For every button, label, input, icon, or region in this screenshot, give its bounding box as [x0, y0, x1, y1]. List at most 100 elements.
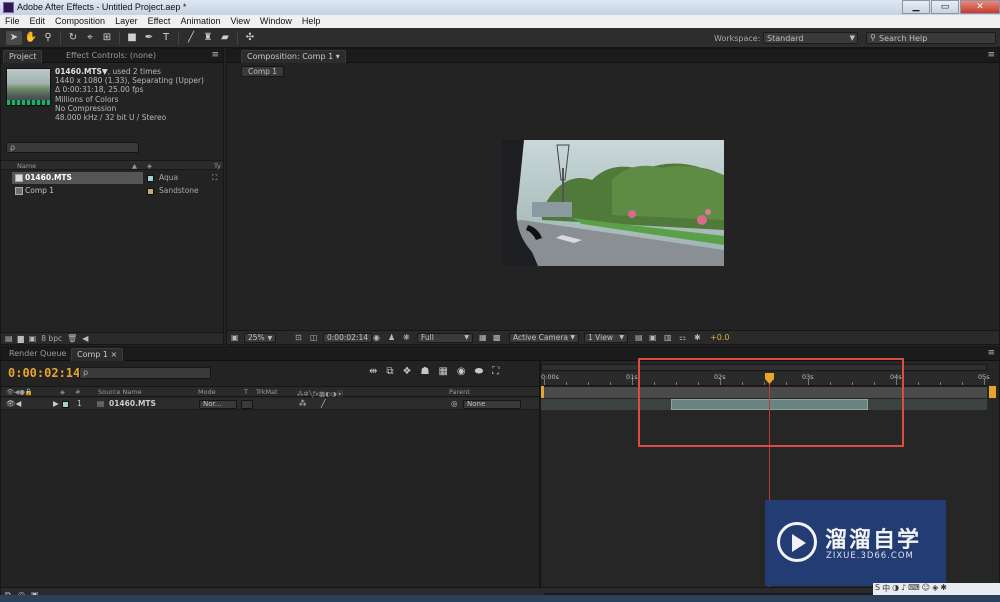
label-swatch[interactable] [147, 188, 154, 195]
menu-view[interactable]: View [225, 15, 254, 28]
clone-stamp-tool-icon[interactable]: ♜ [200, 31, 216, 45]
tab-comp[interactable]: Comp 1 × [71, 348, 124, 361]
current-time-button[interactable]: 0:00:02:14 [323, 333, 372, 343]
draft-3d-icon[interactable]: ❖ [403, 366, 412, 377]
tab-render-queue[interactable]: Render Queue [4, 348, 71, 361]
safe-margins-icon[interactable]: ⊡ [295, 333, 302, 342]
panel-menu-icon[interactable]: ≡ [211, 50, 219, 60]
search-help-input[interactable]: ⚲ Search Help [866, 32, 996, 44]
new-folder-icon[interactable]: ▆ [18, 334, 24, 343]
project-item-footage[interactable]: 01460.MTS Aqua ⛶ [1, 172, 223, 184]
label-swatch[interactable] [147, 175, 154, 182]
minimize-button[interactable]: ▁ [902, 0, 930, 14]
pen-tool-icon[interactable]: ✒ [141, 31, 157, 45]
new-composition-icon[interactable]: ▣ [29, 334, 37, 343]
blend-mode-dropdown[interactable]: Nor... [199, 400, 237, 409]
tab-composition[interactable]: Composition: Comp 1 ▾ [241, 50, 346, 63]
composition-viewer[interactable] [502, 140, 724, 266]
puppet-tool-icon[interactable]: ✣ [242, 31, 258, 45]
timeline-search-input[interactable]: ρ [79, 367, 211, 379]
motion-blur-icon[interactable]: ◉ [457, 366, 466, 377]
resolution-dropdown[interactable]: Full ▼ [417, 333, 473, 343]
column-name[interactable]: Name [17, 162, 36, 170]
close-button[interactable]: ✕ [960, 0, 1000, 14]
menu-window[interactable]: Window [255, 15, 297, 28]
mask-visibility-icon[interactable]: ◫ [310, 333, 318, 342]
hand-tool-icon[interactable]: ✋ [23, 31, 39, 45]
column-type[interactable]: Ty [214, 162, 221, 170]
toggle-pixel-aspect-icon[interactable]: ▤ [635, 333, 643, 342]
bit-depth-button[interactable]: 8 bpc [41, 334, 62, 343]
zoom-tool-icon[interactable]: ⚲ [40, 31, 56, 45]
scroll-left-icon[interactable]: ◀ [82, 334, 88, 343]
comp-navigator-tab[interactable]: Comp 1 [241, 66, 285, 77]
pick-whip-icon[interactable]: ◎ [451, 398, 458, 410]
rotation-tool-icon[interactable]: ↻ [65, 31, 81, 45]
workspace-dropdown[interactable]: Standard ▼ [763, 32, 858, 44]
column-mode[interactable]: Mode [198, 388, 216, 396]
tab-effect-controls[interactable]: Effect Controls: (none) [61, 50, 161, 63]
column-parent[interactable]: Parent [449, 388, 470, 396]
panel-menu-icon[interactable]: ≡ [987, 50, 995, 60]
snapshot-icon[interactable]: ◉ [373, 333, 380, 342]
work-area-end-handle[interactable] [989, 386, 996, 398]
hide-shy-layers-icon[interactable]: ☗ [421, 366, 430, 377]
layer-name[interactable]: 01460.MTS [109, 398, 156, 410]
preserve-transparency-checkbox[interactable] [241, 400, 253, 409]
current-time-display[interactable]: 0:00:02:14 [8, 366, 80, 380]
transparency-grid-icon[interactable]: ▩ [493, 333, 501, 342]
exposure-reset-icon[interactable]: ✱ [694, 333, 701, 342]
type-tool-icon[interactable]: T [158, 31, 174, 45]
project-item-comp[interactable]: Comp 1 Sandstone [1, 185, 223, 197]
menu-file[interactable]: File [0, 15, 25, 28]
always-preview-icon[interactable]: ▣ [231, 333, 239, 342]
graph-editor-icon[interactable]: ⛶ [492, 366, 499, 377]
panel-menu-icon[interactable]: ≡ [987, 348, 995, 358]
collapse-switch-icon[interactable]: ⁂ [299, 398, 307, 410]
footage-audio: 48.000 kHz / 32 bit U / Stereo [55, 113, 167, 123]
label-swatch[interactable] [62, 401, 69, 408]
maximize-button[interactable]: ▭ [931, 0, 959, 14]
camera-dropdown[interactable]: Active Camera ▼ [509, 333, 579, 343]
show-snapshot-icon[interactable]: ♟ [388, 333, 395, 342]
footage-usage: , used 2 times [107, 67, 161, 76]
menu-composition[interactable]: Composition [50, 15, 110, 28]
work-area-start-handle[interactable] [541, 386, 544, 398]
menu-help[interactable]: Help [297, 15, 326, 28]
parent-dropdown[interactable]: None [463, 400, 521, 409]
menu-effect[interactable]: Effect [143, 15, 176, 28]
rectangle-tool-icon[interactable]: ■ [124, 31, 140, 45]
quality-switch-icon[interactable]: ╱ [321, 398, 326, 410]
magnification-dropdown[interactable]: 25% ▼ [244, 333, 277, 343]
menu-animation[interactable]: Animation [175, 15, 225, 28]
selection-tool-icon[interactable]: ➤ [6, 31, 22, 45]
project-search-input[interactable]: ρ [6, 142, 139, 153]
camera-tool-icon[interactable]: ⌖ [82, 31, 98, 45]
footage-name[interactable]: 01460.MTS▼ [55, 67, 108, 76]
region-of-interest-icon[interactable]: ▦ [479, 333, 487, 342]
expand-arrow-icon[interactable]: ▶ [53, 398, 59, 410]
comp-mini-flowchart-icon[interactable]: ⇹ [369, 366, 377, 377]
composition-footer: ▣ 25% ▼ ⊡ ◫ 0:00:02:14 ◉ ♟ ❋ Full ▼ ▦ ▩ Ac… [227, 330, 999, 344]
brush-tool-icon[interactable]: ╱ [183, 31, 199, 45]
timeline-icon[interactable]: ▥ [664, 333, 672, 342]
eraser-tool-icon[interactable]: ▰ [217, 31, 233, 45]
exposure-value[interactable]: +0.0 [710, 333, 729, 342]
pan-behind-tool-icon[interactable]: ⊞ [99, 31, 115, 45]
trash-icon[interactable]: 🗑 [67, 334, 77, 343]
column-source-name[interactable]: Source Name [98, 388, 142, 396]
color-channel-icon[interactable]: ❋ [403, 333, 410, 342]
video-switch-icon[interactable]: 👁◀ [6, 398, 21, 410]
table-row[interactable]: 👁◀ ▶ 1 ▤ 01460.MTS Nor... ⁂ ╱ ◎ None [1, 398, 539, 410]
live-update-icon[interactable]: ⧉ [386, 366, 393, 377]
fast-previews-icon[interactable]: ▣ [649, 333, 657, 342]
frame-blending-icon[interactable]: ▦ [438, 366, 447, 377]
column-trkmat[interactable]: TrkMat [256, 388, 278, 396]
menu-layer[interactable]: Layer [110, 15, 143, 28]
tab-project[interactable]: Project [3, 50, 43, 63]
view-layout-dropdown[interactable]: 1 View ▼ [584, 333, 628, 343]
menu-edit[interactable]: Edit [25, 15, 51, 28]
brainstorm-icon[interactable]: ⬬ [475, 366, 484, 377]
interpret-footage-icon[interactable]: ▤ [5, 334, 13, 343]
flowchart-icon[interactable]: ⚏ [679, 333, 686, 342]
